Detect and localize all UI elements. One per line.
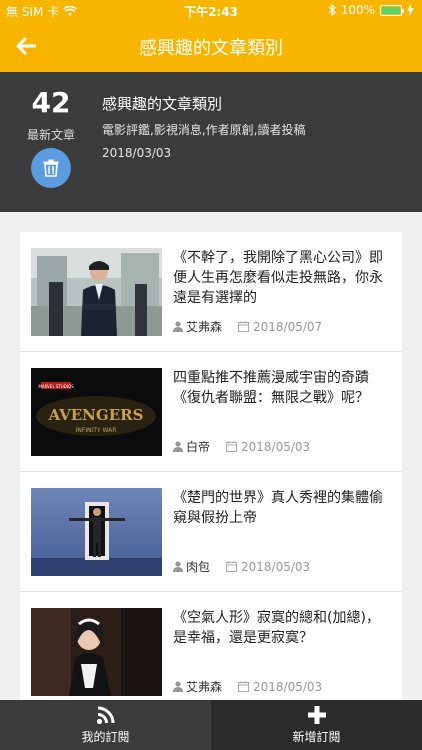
article-row[interactable]: 《不幹了，我開除了黑心公司》即便人生再怎麼看似走投無路，你永遠是有選擇的 艾弗森…	[20, 232, 402, 352]
user-icon	[173, 681, 183, 692]
tab-label: 我的訂閱	[81, 730, 130, 744]
article-date: 2018/05/03	[241, 559, 311, 574]
article-list[interactable]: 《不幹了，我開除了黑心公司》即便人生再怎麼看似走投無路，你永遠是有選擇的 艾弗森…	[20, 232, 402, 700]
battery-percent: 100%	[340, 3, 375, 17]
category-info-panel: 42 最新文章 感興趣的文章類別 電影評鑑,影視消息,作者原創,讀者投稿 201…	[0, 72, 422, 212]
plus-icon	[307, 706, 326, 724]
calendar-icon	[226, 561, 238, 572]
article-date: 2018/05/03	[253, 679, 323, 694]
tab-label: 新增訂閱	[292, 730, 341, 744]
article-count-label: 最新文章	[26, 128, 75, 142]
article-thumbnail	[31, 608, 162, 696]
article-author: 肉包	[186, 560, 211, 574]
article-title: 《不幹了，我開除了黑心公司》即便人生再怎麼看似走投無路，你永遠是有選擇的	[173, 250, 383, 306]
poster-subtitle-text: INFINITY WAR	[76, 427, 117, 434]
article-title: 《空氣人形》寂寞的總和(加總)，是幸福，還是更寂寞？	[173, 610, 380, 646]
article-title: 四重點推不推薦漫威宇宙的奇蹟《復仇者聯盟：無限之戰》呢？	[173, 370, 369, 406]
status-bar: 無 SIM 卡 下午2:43 100%	[0, 0, 422, 20]
tab-my-subscriptions[interactable]: 我的訂閱	[0, 700, 211, 750]
article-meta: 肉包 2018/05/03	[173, 558, 310, 575]
article-thumbnail	[31, 488, 162, 576]
article-meta: 白帝 2018/05/03	[173, 438, 310, 455]
article-title: 《楚門的世界》真人秀裡的集體偷窺與假扮上帝	[173, 490, 383, 526]
article-date: 2018/05/07	[253, 319, 323, 334]
article-author: 白帝	[186, 440, 211, 454]
user-icon	[173, 441, 183, 452]
poster-brand-text: MARVEL STUDIOS	[38, 384, 74, 389]
status-right: 100%	[328, 3, 414, 17]
article-meta: 艾弗森 2018/05/03	[173, 678, 322, 695]
category-title: 感興趣的文章類別	[102, 95, 223, 113]
app-header: 感興趣的文章類別	[0, 20, 422, 72]
delete-category-button[interactable]	[31, 148, 71, 188]
article-author: 艾弗森	[186, 680, 223, 694]
bluetooth-icon	[328, 4, 336, 16]
calendar-icon	[226, 441, 238, 452]
trash-icon	[43, 159, 59, 177]
article-date: 2018/05/03	[241, 439, 311, 454]
article-thumbnail	[31, 248, 162, 336]
user-icon	[173, 321, 183, 332]
rss-icon	[96, 706, 114, 725]
article-row[interactable]: 《楚門的世界》真人秀裡的集體偷窺與假扮上帝 肉包 2018/05/03	[20, 472, 402, 592]
article-thumbnail: MARVEL STUDIOS AVENGERS INFINITY WAR	[31, 368, 162, 456]
calendar-icon	[238, 681, 250, 692]
tab-add-subscription[interactable]: 新增訂閱	[211, 700, 422, 750]
article-meta: 艾弗森 2018/05/07	[173, 318, 322, 335]
charging-icon	[407, 4, 414, 16]
user-icon	[173, 561, 183, 572]
calendar-icon	[238, 321, 250, 332]
category-tags: 電影評鑑,影視消息,作者原創,讀者投稿	[102, 123, 306, 137]
article-row[interactable]: MARVEL STUDIOS AVENGERS INFINITY WAR 四重點…	[20, 352, 402, 472]
category-date: 2018/03/03	[102, 146, 172, 160]
poster-title-text: AVENGERS	[48, 406, 144, 424]
article-author: 艾弗森	[186, 320, 223, 334]
article-count: 42	[31, 86, 71, 119]
bottom-tab-bar: 我的訂閱 新增訂閱	[0, 700, 422, 750]
battery-icon	[380, 4, 404, 16]
article-row[interactable]: 《空氣人形》寂寞的總和(加總)，是幸福，還是更寂寞？ 艾弗森 2018/05/0…	[20, 592, 402, 700]
page-title: 感興趣的文章類別	[139, 38, 283, 59]
